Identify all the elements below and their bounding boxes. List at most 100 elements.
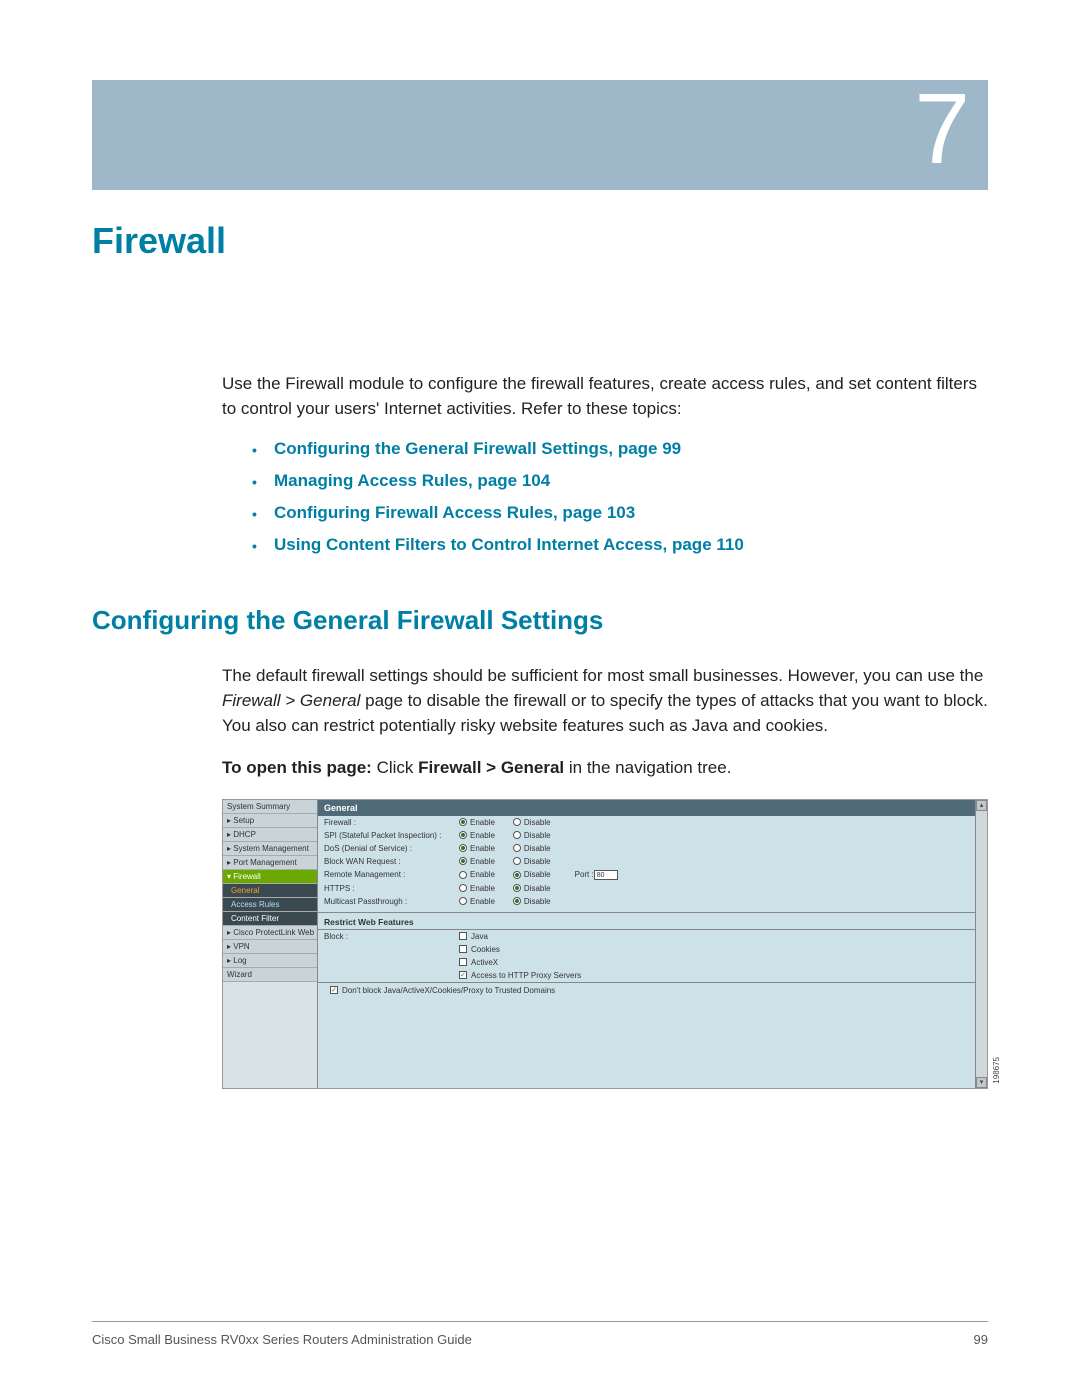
ss-nav-item[interactable]: ▸ Setup: [223, 814, 317, 828]
checkbox-icon[interactable]: [459, 958, 467, 966]
radio-icon[interactable]: [459, 884, 467, 892]
ss-disable-option[interactable]: Disable: [513, 831, 551, 840]
ss-nav-sub-access-rules[interactable]: Access Rules: [223, 898, 317, 912]
ss-disable-option[interactable]: Disable: [513, 844, 551, 853]
radio-icon[interactable]: [459, 844, 467, 852]
ss-disable-option[interactable]: Disable: [513, 818, 551, 827]
section-title: Configuring the General Firewall Setting…: [92, 605, 988, 636]
ss-disable-label: Disable: [524, 844, 551, 853]
ss-disable-option[interactable]: Disable: [513, 857, 551, 866]
ss-nav-item[interactable]: ▸ DHCP: [223, 828, 317, 842]
radio-icon[interactable]: [459, 818, 467, 826]
ss-block-opt: ActiveX: [471, 958, 498, 967]
ss-block-row: ActiveX: [318, 956, 987, 969]
ss-disable-option[interactable]: Disable: [513, 884, 551, 893]
nav-path-bold: Firewall > General: [418, 758, 564, 777]
ss-nav-item[interactable]: ▸ System Management: [223, 842, 317, 856]
ss-enable-option[interactable]: Enable: [459, 884, 495, 893]
ss-setting-row: DoS (Denial of Service) :Enable Disable: [318, 842, 987, 855]
ss-nav-item[interactable]: ▸ Log: [223, 954, 317, 968]
ss-main-panel: General Firewall :EnableDisableSPI (Stat…: [318, 800, 987, 1088]
ss-setting-label: DoS (Denial of Service) :: [324, 844, 459, 853]
chapter-number: 7: [914, 72, 970, 187]
radio-icon[interactable]: [459, 831, 467, 839]
topic-list: Configuring the General Firewall Setting…: [252, 439, 988, 555]
ss-disable-label: Disable: [524, 831, 551, 840]
ss-enable-label: Enable: [470, 897, 495, 906]
ss-disable-option[interactable]: Disable: [513, 897, 551, 906]
ss-setting-row: Firewall :EnableDisable: [318, 816, 987, 829]
ss-nav-sub-general[interactable]: General: [223, 884, 317, 898]
ss-panel-header: General: [318, 800, 987, 816]
text: in the navigation tree.: [564, 758, 731, 777]
open-page-instruction: To open this page: Click Firewall > Gene…: [222, 756, 988, 781]
ss-nav-item[interactable]: System Summary: [223, 800, 317, 814]
ss-block-row: ✓ Access to HTTP Proxy Servers: [318, 969, 987, 982]
ss-disable-label: Disable: [524, 870, 551, 879]
ss-disable-label: Disable: [524, 857, 551, 866]
radio-icon[interactable]: [459, 897, 467, 905]
ss-nav-item-firewall[interactable]: ▾ Firewall: [223, 870, 317, 884]
text: The default firewall settings should be …: [222, 666, 983, 685]
ss-block-label: Block :: [324, 932, 459, 941]
ss-block-opt: Access to HTTP Proxy Servers: [471, 971, 581, 980]
ss-nav-item[interactable]: ▸ Cisco ProtectLink Web: [223, 926, 317, 940]
radio-icon[interactable]: [513, 871, 521, 879]
toc-link-firewall-access-rules[interactable]: Configuring Firewall Access Rules, page …: [252, 503, 988, 523]
chapter-title: Firewall: [92, 220, 988, 262]
intro-paragraph: Use the Firewall module to configure the…: [222, 372, 988, 421]
toc-link-content-filters[interactable]: Using Content Filters to Control Interne…: [252, 535, 988, 555]
ss-setting-row: SPI (Stateful Packet Inspection) : Enable…: [318, 829, 987, 842]
chapter-header-bar: 7: [92, 80, 988, 190]
ss-enable-option[interactable]: Enable: [459, 870, 495, 879]
ss-nav-item[interactable]: ▸ Port Management: [223, 856, 317, 870]
open-label: To open this page:: [222, 758, 377, 777]
ss-setting-label: Multicast Passthrough :: [324, 897, 459, 906]
ss-enable-option[interactable]: Enable: [459, 818, 495, 827]
ss-enable-option[interactable]: Enable: [459, 831, 495, 840]
ss-setting-label: SPI (Stateful Packet Inspection) :: [324, 831, 459, 840]
ss-block-opt: Cookies: [471, 945, 500, 954]
ss-trusted-label: Don't block Java/ActiveX/Cookies/Proxy t…: [342, 986, 555, 995]
radio-icon[interactable]: [459, 871, 467, 879]
footer-page-number: 99: [974, 1332, 988, 1347]
ss-disable-option[interactable]: Disable: [513, 870, 551, 879]
ss-block-row: Block : Java: [318, 930, 987, 943]
text: Click: [377, 758, 419, 777]
checkbox-icon[interactable]: ✓: [459, 971, 467, 979]
ss-nav-item[interactable]: ▸ VPN: [223, 940, 317, 954]
ss-enable-label: Enable: [470, 831, 495, 840]
checkbox-icon[interactable]: [459, 945, 467, 953]
ss-nav-item[interactable]: Wizard: [223, 968, 317, 982]
ss-setting-label: Remote Management :: [324, 870, 459, 879]
ss-port-input[interactable]: 80: [594, 870, 618, 880]
radio-icon[interactable]: [513, 831, 521, 839]
ss-enable-option[interactable]: Enable: [459, 857, 495, 866]
toc-link-general[interactable]: Configuring the General Firewall Setting…: [252, 439, 988, 459]
radio-icon[interactable]: [459, 857, 467, 865]
scrollbar[interactable]: ▴ ▾: [975, 800, 987, 1088]
ss-enable-label: Enable: [470, 818, 495, 827]
radio-icon[interactable]: [513, 818, 521, 826]
scroll-up-icon[interactable]: ▴: [976, 800, 987, 811]
ss-setting-row: HTTPS : Enable Disable: [318, 882, 987, 895]
section-paragraph-1: The default firewall settings should be …: [222, 664, 988, 738]
ss-trusted-row: ✓ Don't block Java/ActiveX/Cookies/Proxy…: [318, 982, 987, 997]
radio-icon[interactable]: [513, 857, 521, 865]
ss-enable-label: Enable: [470, 884, 495, 893]
radio-icon[interactable]: [513, 884, 521, 892]
scroll-down-icon[interactable]: ▾: [976, 1077, 987, 1088]
checkbox-icon[interactable]: ✓: [330, 986, 338, 994]
ss-disable-label: Disable: [524, 818, 551, 827]
radio-icon[interactable]: [513, 897, 521, 905]
toc-link-access-rules[interactable]: Managing Access Rules, page 104: [252, 471, 988, 491]
ss-setting-label: HTTPS :: [324, 884, 459, 893]
ss-nav-sub-content-filter[interactable]: Content Filter: [223, 912, 317, 926]
ss-block-opt: Java: [471, 932, 488, 941]
checkbox-icon[interactable]: [459, 932, 467, 940]
ss-enable-option[interactable]: Enable: [459, 844, 495, 853]
ss-section-restrict: Restrict Web Features: [318, 912, 987, 930]
ss-disable-label: Disable: [524, 884, 551, 893]
radio-icon[interactable]: [513, 844, 521, 852]
ss-enable-option[interactable]: Enable: [459, 897, 495, 906]
